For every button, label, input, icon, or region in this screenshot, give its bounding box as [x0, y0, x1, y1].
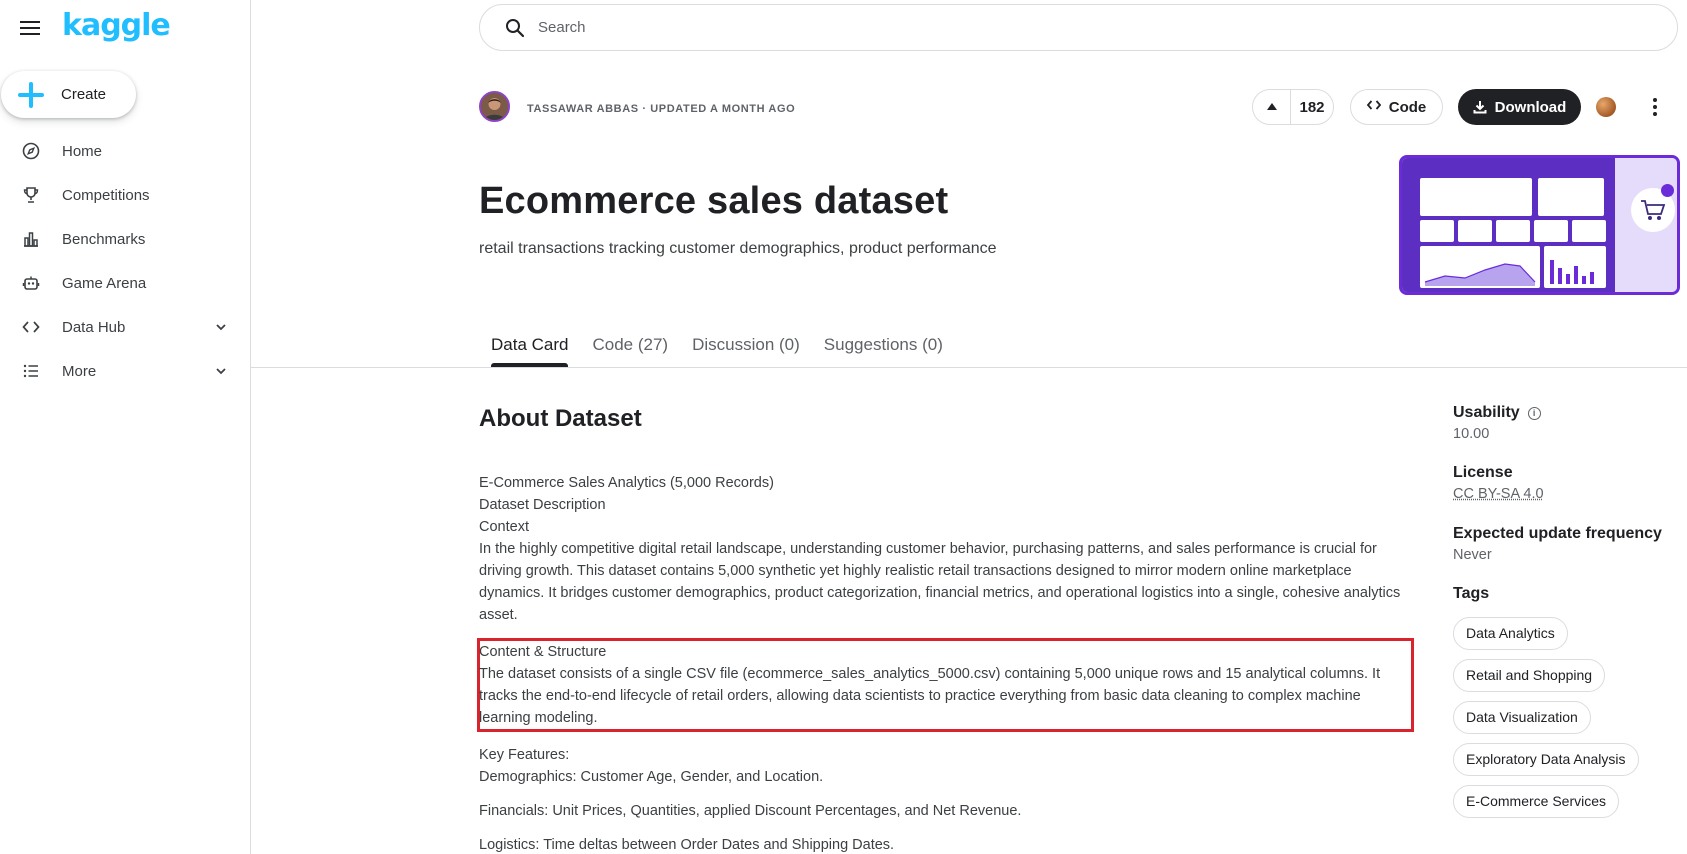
search-input[interactable]	[538, 19, 1538, 36]
triangle-up-icon	[1266, 103, 1277, 110]
intro-line: E-Commerce Sales Analytics (5,000 Record…	[479, 475, 774, 491]
page-subtitle: retail transactions tracking customer de…	[479, 240, 997, 257]
hamburger-menu-icon[interactable]	[20, 18, 42, 38]
sidebar-item-label: Game Arena	[62, 274, 147, 292]
sidebar: kaggle Create Home Competitions Benchmar…	[0, 0, 251, 854]
chevron-down-icon[interactable]	[214, 320, 228, 334]
intro-line: Dataset Description	[479, 497, 606, 513]
tab-suggestions[interactable]: Suggestions (0)	[812, 325, 955, 367]
bronze-medal-icon[interactable]	[1596, 97, 1616, 117]
tag-chip[interactable]: Data Visualization	[1453, 701, 1591, 734]
code-button-label: Code	[1388, 98, 1427, 116]
chevron-down-icon[interactable]	[214, 364, 228, 378]
about-dataset-heading: About Dataset	[479, 405, 642, 432]
usability-label: Usability	[1453, 404, 1520, 421]
tag-chip[interactable]: Retail and Shopping	[1453, 659, 1606, 692]
structure-paragraph: The dataset consists of a single CSV fil…	[479, 666, 1381, 726]
license-label: License	[1453, 464, 1513, 481]
frequency-label: Expected update frequency	[1453, 525, 1662, 542]
dataset-metadata: Usability i 10.00 License CC BY-SA 4.0 E…	[1453, 404, 1683, 849]
vote-count: 182	[1299, 98, 1325, 116]
upvote-group: 182	[1252, 89, 1334, 125]
download-button[interactable]: Download	[1458, 89, 1581, 125]
feature-financials: Financials: Unit Prices, Quantities, app…	[479, 803, 1022, 819]
tag-chip[interactable]: E-Commerce Services	[1453, 785, 1620, 818]
upvote-button[interactable]	[1253, 90, 1291, 124]
tag-chip[interactable]: Exploratory Data Analysis	[1453, 743, 1639, 776]
trophy-icon	[20, 184, 42, 206]
license-link[interactable]: CC BY-SA 4.0	[1453, 486, 1544, 502]
tabs-divider	[251, 367, 1687, 368]
plus-icon	[18, 81, 44, 108]
tab-data-card[interactable]: Data Card	[479, 325, 580, 367]
search-bar	[479, 4, 1678, 51]
sidebar-item-label: Data Hub	[62, 318, 126, 336]
download-button-label: Download	[1494, 98, 1567, 116]
sidebar-item-game-arena[interactable]: Game Arena	[0, 261, 250, 305]
avatar[interactable]	[479, 91, 510, 122]
robot-icon	[20, 272, 42, 294]
more-options-icon[interactable]	[1648, 96, 1662, 118]
compass-icon	[20, 140, 42, 162]
sidebar-item-benchmarks[interactable]: Benchmarks	[0, 217, 250, 261]
tags-label: Tags	[1453, 585, 1490, 602]
license-block: License CC BY-SA 4.0	[1453, 464, 1683, 503]
dataset-tabs: Data Card Code (27) Discussion (0) Sugge…	[479, 325, 955, 367]
thumbnail-dashboard	[1402, 158, 1615, 292]
code-brackets-icon	[20, 316, 42, 338]
context-paragraph: In the highly competitive digital retail…	[479, 541, 1401, 623]
intro-line: Context	[479, 519, 529, 535]
usability-value: 10.00	[1453, 426, 1490, 442]
sidebar-item-data-hub[interactable]: Data Hub	[0, 305, 250, 349]
usability-block: Usability i 10.00	[1453, 404, 1683, 442]
info-icon[interactable]: i	[1527, 406, 1541, 420]
features-heading: Key Features:	[479, 747, 570, 763]
sidebar-item-label: Home	[62, 142, 103, 160]
structure-heading: Content & Structure	[479, 644, 607, 660]
author-update-line: TASSAWAR ABBAS · UPDATED A MONTH AGO	[527, 103, 796, 115]
tag-chip[interactable]: Data Analytics	[1453, 617, 1568, 650]
dataset-description: E-Commerce Sales Analytics (5,000 Record…	[477, 472, 1414, 854]
sidebar-item-label: Benchmarks	[62, 230, 146, 248]
bar-chart-icon	[20, 228, 42, 250]
sidebar-item-home[interactable]: Home	[0, 129, 250, 173]
create-button[interactable]: Create	[1, 71, 136, 118]
sidebar-item-label: More	[62, 362, 97, 380]
sidebar-item-competitions[interactable]: Competitions	[0, 173, 250, 217]
feature-demographics: Demographics: Customer Age, Gender, and …	[479, 769, 824, 785]
sidebar-nav: Home Competitions Benchmarks Game Arena …	[0, 129, 250, 393]
tag-list: Data Analytics Retail and Shopping Data …	[1453, 617, 1683, 827]
tags-block: Tags Data Analytics Retail and Shopping …	[1453, 585, 1683, 827]
code-button[interactable]: Code	[1350, 89, 1443, 125]
tab-discussion[interactable]: Discussion (0)	[680, 325, 812, 367]
frequency-block: Expected update frequency Never	[1453, 525, 1683, 563]
page-title: Ecommerce sales dataset	[479, 180, 949, 222]
code-brackets-icon	[1366, 99, 1381, 115]
tab-code[interactable]: Code (27)	[580, 325, 680, 367]
create-label: Create	[61, 86, 107, 103]
thumbnail-cart-panel	[1615, 158, 1677, 292]
sidebar-item-label: Competitions	[62, 186, 150, 204]
dataset-thumbnail	[1399, 155, 1680, 295]
highlight-box: Content & Structure The dataset consists…	[477, 638, 1414, 732]
search-icon	[504, 17, 526, 39]
sidebar-item-more[interactable]: More	[0, 349, 250, 393]
download-icon	[1473, 101, 1487, 114]
coin-icon	[1661, 184, 1674, 197]
list-icon	[20, 360, 42, 382]
feature-logistics: Logistics: Time deltas between Order Dat…	[479, 837, 895, 853]
frequency-value: Never	[1453, 547, 1492, 563]
kaggle-logo[interactable]: kaggle	[62, 8, 171, 43]
